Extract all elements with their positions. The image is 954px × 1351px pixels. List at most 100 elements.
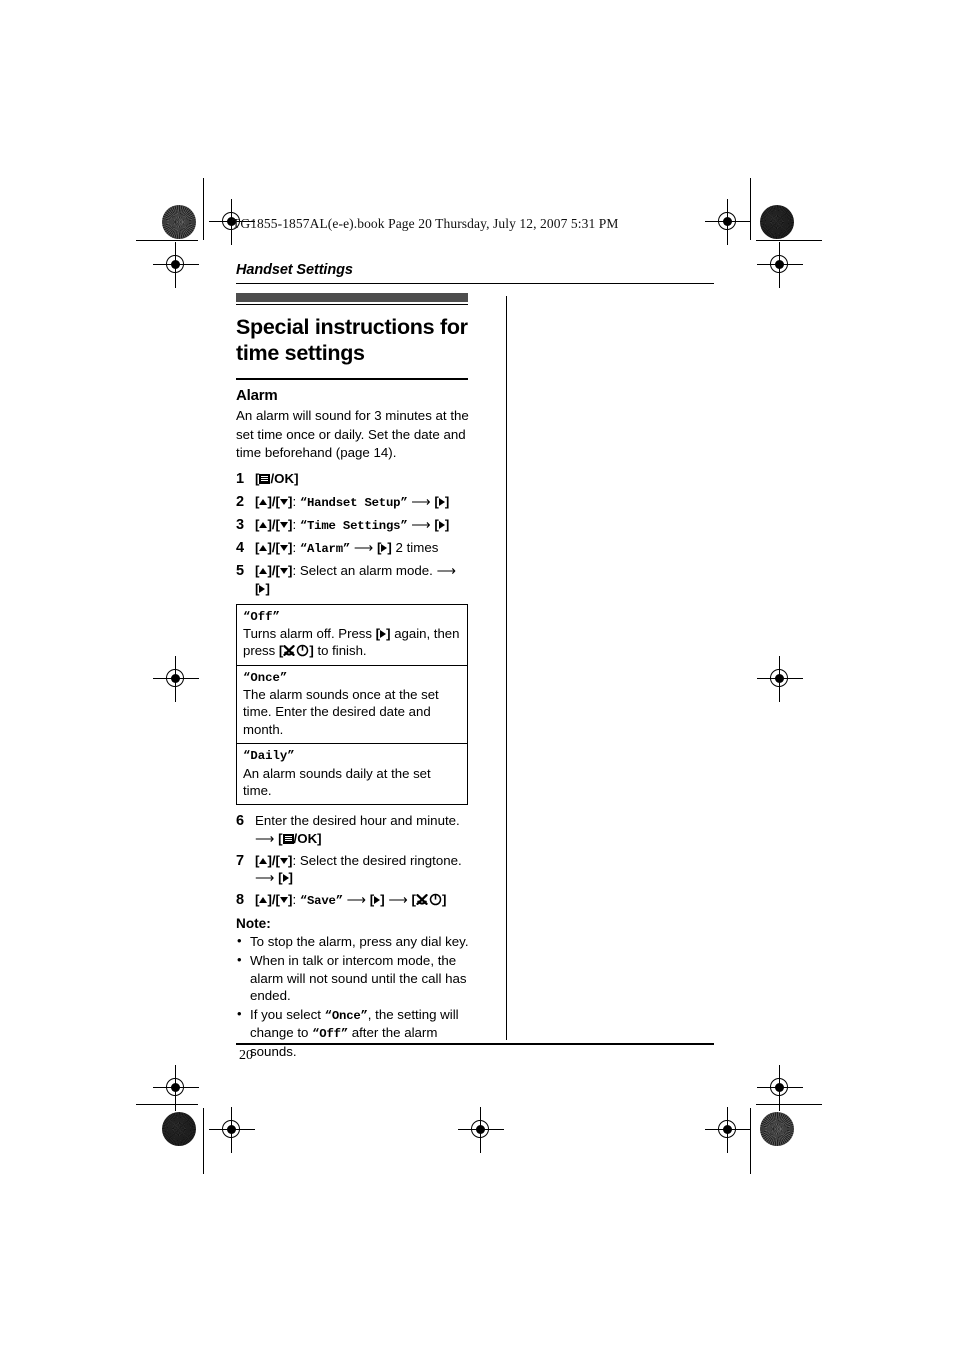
section-gray-band — [236, 293, 468, 302]
subheading-alarm: Alarm — [236, 387, 278, 405]
registration-mark-upper-left — [153, 242, 199, 288]
step-arrow-icon: ⟶ — [255, 830, 279, 846]
option-name: “Once” — [243, 670, 288, 685]
note-item: To stop the alarm, press any dial key. — [236, 932, 474, 951]
step-number: 7 — [236, 852, 245, 869]
trim-line-top-vertical-right — [750, 178, 752, 240]
arrow-right-icon — [374, 896, 381, 905]
column-divider — [506, 296, 508, 1040]
step-item: 6 Enter the desired hour and minute. ⟶ [/… — [236, 812, 474, 847]
step-arrow-icon: ⟶ — [407, 493, 435, 509]
option-description: The alarm sounds once at the set time. E… — [243, 687, 439, 737]
steps-list-part-two: 6 Enter the desired hour and minute. ⟶ [/… — [236, 812, 474, 910]
book-header-stamp: TG1855-1857AL(e-e).book Page 20 Thursday… — [232, 216, 619, 231]
arrow-right-icon — [438, 520, 445, 529]
option-cell: “Off” Turns alarm off. Press [] again, th… — [236, 603, 468, 666]
arrow-right-icon — [282, 874, 289, 883]
key-up-down: []/[] — [255, 563, 293, 579]
alarm-mode-options-table: “Off” Turns alarm off. Press [] again, th… — [236, 603, 468, 806]
key-menu-ok: [/OK] — [255, 470, 299, 486]
menu-display-icon — [259, 473, 271, 484]
arrow-down-icon — [280, 521, 288, 528]
step-item: 3 []/[]: “Time Settings” ⟶ [] — [236, 516, 474, 535]
option-cell: “Daily” An alarm sounds daily at the set … — [236, 743, 468, 806]
key-right: [] — [278, 870, 293, 886]
registration-mark-upper-right — [757, 242, 803, 288]
trim-line-bottom-horizontal-left — [136, 1104, 198, 1106]
menu-item-label: “Off” — [312, 1027, 349, 1042]
trim-line-bottom-horizontal-right — [756, 1104, 822, 1106]
arrow-down-icon — [280, 568, 288, 575]
key-up-down: []/[] — [255, 516, 293, 532]
arrow-right-icon — [381, 544, 388, 553]
key-right: [] — [369, 892, 385, 908]
page-title: Special instructions for time settings — [236, 315, 468, 366]
registration-mark-bottom-left — [209, 1107, 255, 1153]
subsection-rule — [236, 378, 468, 381]
trim-line-bottom-vertical-right — [750, 1108, 752, 1174]
trim-line-top-horizontal-left — [136, 240, 198, 242]
step-arrow-icon: ⟶ — [342, 892, 370, 908]
step-arrow-icon: ⟶ — [384, 892, 412, 908]
step-item: 4 []/[]: “Alarm” ⟶ [] 2 times — [236, 539, 474, 558]
note-item: If you select “Once”, the setting will c… — [236, 1005, 474, 1060]
step-item: 1 [/OK] — [236, 470, 474, 489]
page-number: 20 — [239, 1048, 253, 1063]
step-arrow-icon: ⟶ — [407, 516, 435, 532]
running-head-rule — [236, 283, 714, 284]
off-hook-power-icon — [283, 645, 309, 657]
step-arrow-icon: ⟶ — [255, 870, 279, 886]
halftone-dot-bottom-left — [162, 1112, 196, 1146]
trim-line-top-vertical-left — [203, 178, 205, 240]
arrow-right-icon — [380, 629, 387, 638]
step-text: []/[]: “Save” ⟶ [] ⟶ [] — [255, 892, 447, 909]
registration-mark-bottom-right — [705, 1107, 751, 1153]
key-up-down: []/[] — [255, 540, 293, 556]
arrow-down-icon — [280, 857, 288, 864]
key-off-power: [] — [278, 643, 314, 659]
arrow-up-icon — [259, 521, 268, 528]
option-description: An alarm sounds daily at the set time. — [243, 765, 431, 798]
step-item: 8 []/[]: “Save” ⟶ [] ⟶ [] — [236, 891, 474, 910]
arrow-down-icon — [280, 545, 288, 552]
arrow-right-icon — [438, 497, 445, 506]
arrow-up-icon — [259, 498, 268, 505]
arrow-right-icon — [259, 584, 266, 593]
key-up-down: []/[] — [255, 892, 293, 908]
menu-item-label: “Time Settings” — [299, 518, 408, 533]
page-content: Handset Settings Special instructions fo… — [236, 262, 714, 1061]
registration-mark-middle-left — [153, 656, 199, 702]
option-name: “Daily” — [243, 749, 295, 764]
key-up-down: []/[] — [255, 852, 293, 868]
key-right: [] — [376, 540, 392, 556]
step-arrow-icon: ⟶ — [436, 563, 456, 579]
arrow-up-icon — [259, 857, 268, 864]
step-text: []/[]: “Time Settings” ⟶ [] — [255, 516, 450, 533]
steps-list-part-one: 1 [/OK] 2 []/[]: “Handset Setup” ⟶ [] 3 []/[]… — [236, 470, 474, 598]
key-right: [] — [434, 516, 450, 532]
step-item: 7 []/[]: Select the desired ringtone. ⟶ [… — [236, 852, 474, 887]
step-text: []/[]: “Handset Setup” ⟶ [] — [255, 493, 450, 510]
key-menu-ok: [/OK] — [278, 830, 322, 846]
step-number: 8 — [236, 892, 245, 909]
step-arrow-icon: ⟶ — [350, 540, 377, 556]
step-number: 3 — [236, 516, 245, 533]
menu-item-label: “Alarm” — [299, 542, 351, 557]
step-item: 5 []/[]: Select an alarm mode. ⟶ [] — [236, 562, 474, 597]
menu-item-label: “Save” — [299, 894, 343, 909]
step-number: 6 — [236, 813, 245, 830]
option-cell: “Once” The alarm sounds once at the set t… — [236, 664, 468, 745]
key-up-down: []/[] — [255, 493, 293, 509]
section-band-rule — [236, 304, 468, 305]
halftone-dot-bottom-right — [760, 1112, 794, 1146]
note-list: To stop the alarm, press any dial key.Wh… — [236, 932, 474, 1060]
trim-line-bottom-vertical-left — [203, 1108, 205, 1174]
arrow-down-icon — [280, 498, 288, 505]
step-number: 1 — [236, 470, 245, 487]
halftone-dot-top-left — [162, 205, 196, 239]
registration-mark-middle-right — [757, 656, 803, 702]
table-row: “Once” The alarm sounds once at the set t… — [236, 664, 468, 745]
step-text: Enter the desired hour and minute. ⟶ [/O… — [255, 813, 460, 846]
step-number: 5 — [236, 563, 245, 580]
table-row: “Off” Turns alarm off. Press [] again, th… — [236, 603, 468, 666]
